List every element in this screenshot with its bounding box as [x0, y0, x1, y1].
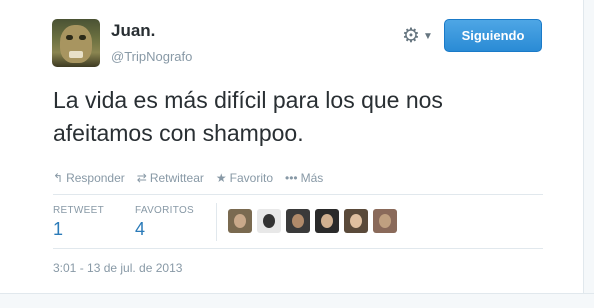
- avatar-eye: [79, 35, 86, 40]
- favoriter-avatar[interactable]: [286, 209, 310, 233]
- retweet-label: Retwittear: [149, 171, 204, 185]
- bottom-strip: [0, 293, 594, 308]
- reply-action[interactable]: ↰ Responder: [53, 170, 125, 186]
- avatar[interactable]: [52, 19, 100, 67]
- favoriter-avatars: [228, 209, 397, 233]
- tweet-timestamp[interactable]: 3:01 - 13 de jul. de 2013: [53, 261, 182, 275]
- retweet-count[interactable]: 1: [53, 219, 63, 240]
- favorites-count[interactable]: 4: [135, 219, 145, 240]
- following-button[interactable]: Siguiendo: [444, 19, 542, 52]
- avatar-eye: [66, 35, 73, 40]
- retweet-icon: ⇄: [136, 171, 147, 185]
- username[interactable]: @TripNografo: [111, 49, 192, 64]
- tweet-actions: ↰ Responder ⇄ Retwittear ★ Favorito ••• …: [53, 170, 323, 186]
- favoriter-avatar[interactable]: [373, 209, 397, 233]
- favorite-label: Favorito: [229, 171, 273, 185]
- reply-label: Responder: [66, 171, 125, 185]
- retweet-count-label: RETWEET: [53, 205, 104, 216]
- display-name[interactable]: Juan.: [111, 21, 155, 41]
- gear-icon: ⚙: [402, 25, 420, 47]
- favorite-action[interactable]: ★ Favorito: [216, 170, 273, 186]
- more-action[interactable]: ••• Más: [285, 170, 323, 186]
- divider: [53, 248, 543, 249]
- avatar-mouth: [69, 51, 83, 58]
- stats-divider: [216, 203, 217, 241]
- more-icon: •••: [285, 171, 298, 185]
- reply-icon: ↰: [53, 171, 64, 185]
- favorites-count-label: FAVORITOS: [135, 205, 195, 216]
- favoriter-avatar[interactable]: [315, 209, 339, 233]
- page-edge: [583, 0, 594, 308]
- chevron-down-icon: ▼: [422, 30, 433, 42]
- divider: [53, 194, 543, 195]
- tweet-text: La vida es más difícil para los que nos …: [53, 87, 443, 146]
- favoriter-avatar[interactable]: [228, 209, 252, 233]
- gear-menu[interactable]: ⚙ ▼: [402, 25, 438, 47]
- favoriter-avatar[interactable]: [344, 209, 368, 233]
- more-label: Más: [300, 171, 324, 185]
- favoriter-avatar[interactable]: [257, 209, 281, 233]
- retweet-action[interactable]: ⇄ Retwittear: [137, 170, 204, 186]
- star-icon: ★: [215, 171, 227, 185]
